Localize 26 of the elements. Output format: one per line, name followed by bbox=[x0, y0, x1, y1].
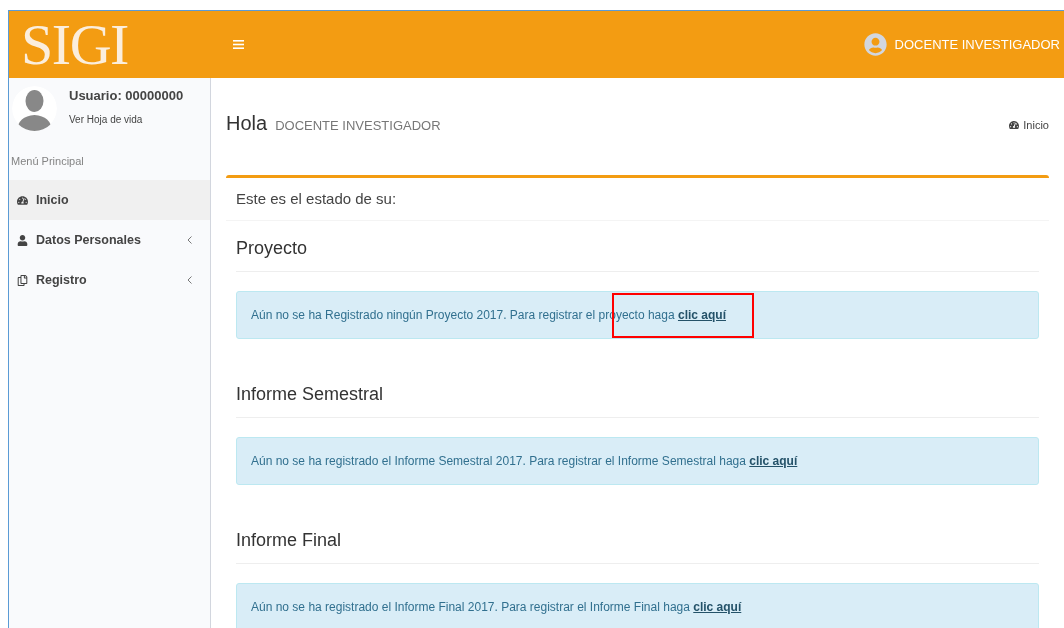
logo: SIGI bbox=[21, 15, 128, 74]
section-title: Informe Final bbox=[236, 530, 342, 550]
clic-aqui-link[interactable]: clic aquí bbox=[749, 454, 798, 468]
user-icon bbox=[17, 234, 28, 246]
alert-message: Aún no se ha registrado el Informe Semestral 2017. Para registrar el Informe Semestral haga clic aquí bbox=[251, 454, 798, 468]
avatar-icon bbox=[12, 86, 57, 131]
section-title: Proyecto bbox=[236, 238, 308, 258]
menu-title: Menú Principal bbox=[11, 155, 84, 167]
clic-aqui-link[interactable]: clic aquí bbox=[677, 308, 726, 322]
clic-aqui-link[interactable]: clic aquí bbox=[693, 600, 742, 614]
sidebar-item[interactable]: Registro bbox=[9, 260, 210, 300]
menu-toggle-icon[interactable] bbox=[233, 40, 244, 49]
breadcrumb-link[interactable]: Inicio bbox=[1023, 116, 1049, 134]
profile-link[interactable]: Ver Hoja de vida bbox=[69, 111, 184, 127]
user-label: Usuario: 00000000 bbox=[69, 87, 184, 105]
card-heading: Este es el estado de su: bbox=[236, 190, 397, 207]
sidebar-item[interactable]: Inicio bbox=[9, 180, 210, 220]
page-title: Hola bbox=[226, 111, 268, 136]
section-title: Informe Semestral bbox=[236, 384, 384, 404]
alert-message: Aún no se ha registrado el Informe Final 2017. Para registrar el Informe Final haga clic aquí bbox=[251, 600, 742, 614]
page-subtitle: DOCENTE INVESTIGADOR bbox=[275, 117, 441, 135]
sidebar-item[interactable]: Datos Personales bbox=[9, 220, 210, 260]
avatar-icon[interactable] bbox=[863, 33, 887, 56]
copy-icon bbox=[17, 274, 28, 286]
dashboard-icon bbox=[17, 194, 28, 206]
dashboard-icon bbox=[1009, 120, 1020, 130]
